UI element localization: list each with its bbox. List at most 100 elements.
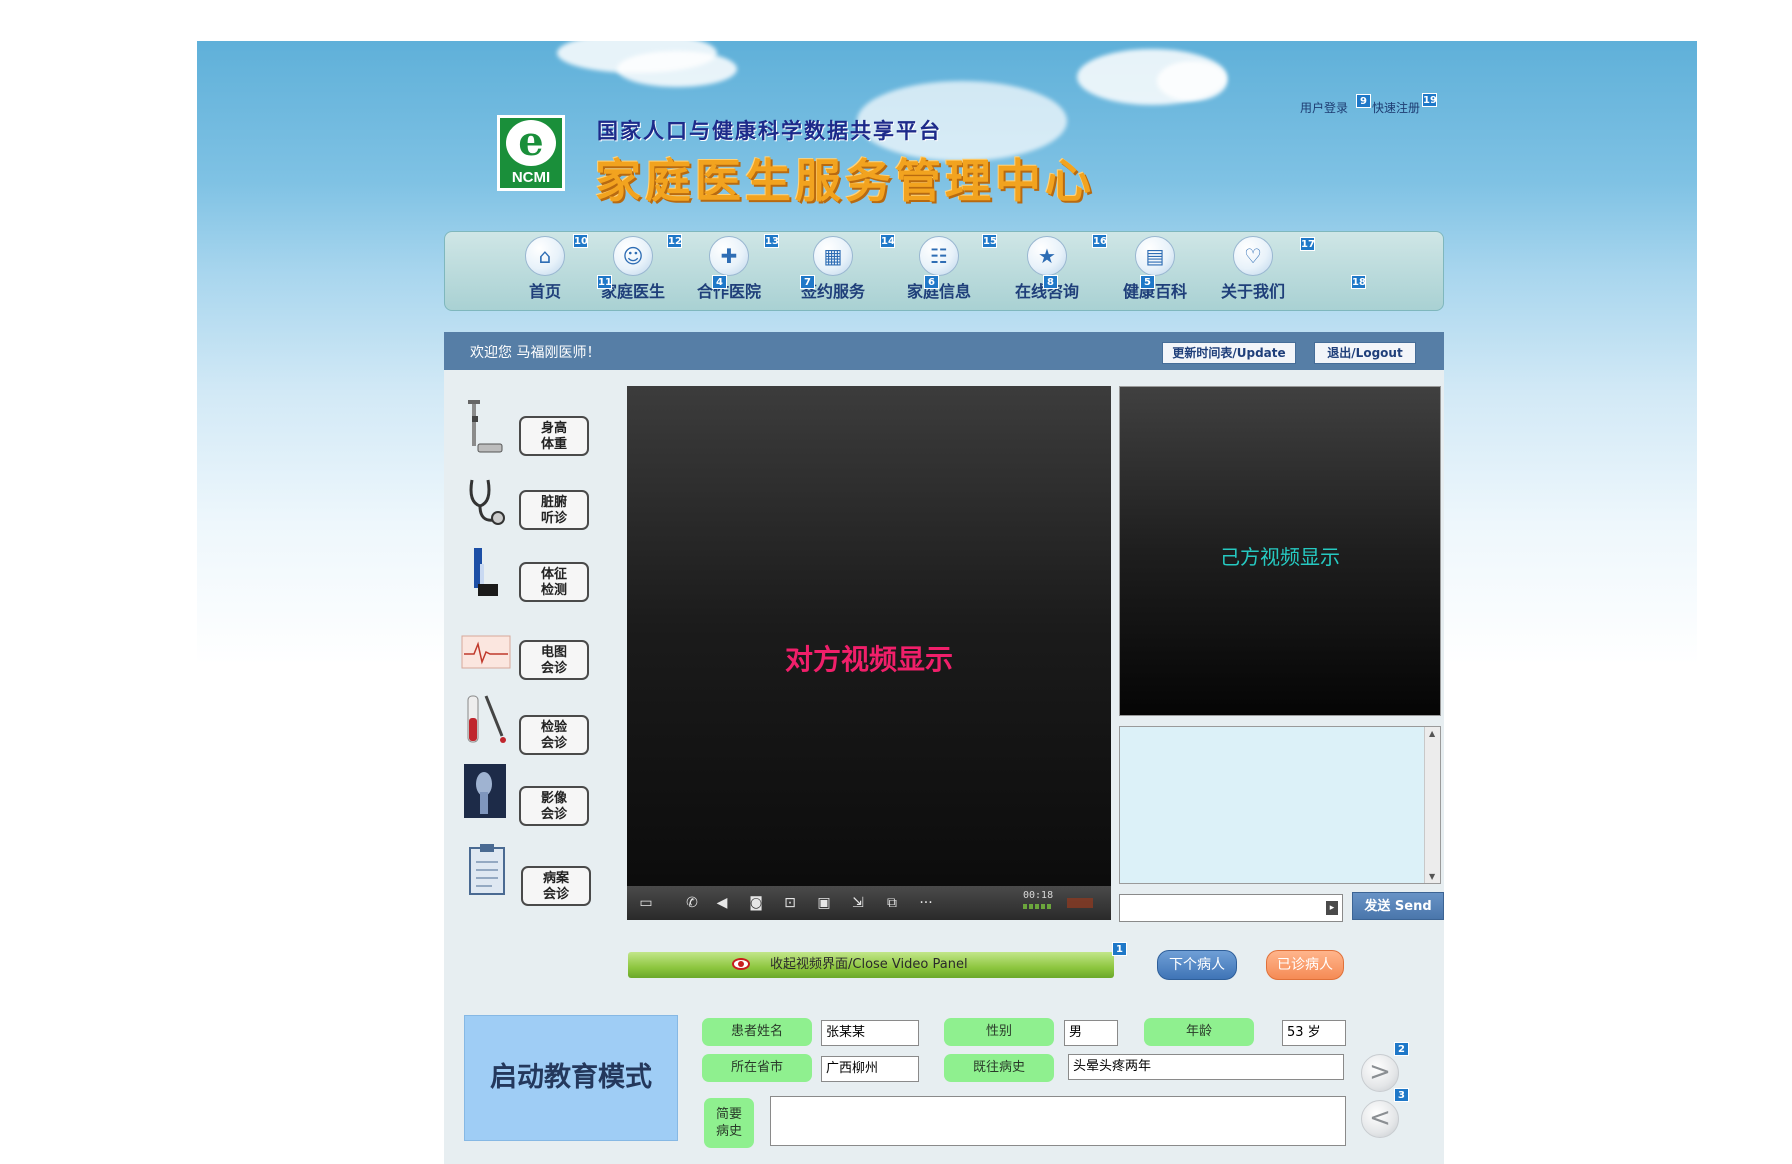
screenshot-icon[interactable]: ⊡ (781, 894, 799, 912)
minimize-icon[interactable]: ⇲ (849, 894, 867, 912)
input-end-icon[interactable]: ▸ (1326, 901, 1338, 915)
nav-label: 家庭信息 (906, 282, 971, 301)
signal-meter (1023, 904, 1053, 909)
auscultation-button[interactable]: 脏腑 听诊 (519, 490, 589, 530)
nav-tag: 13 (764, 234, 779, 248)
update-schedule-button[interactable]: 更新时间表/Update (1162, 342, 1296, 364)
page: e NCMI 国家人口与健康科学数据共享平台 家庭医生服务管理中心 用户登录 9… (0, 0, 1792, 1164)
nav-item-about-us[interactable]: ♡ 关于我们 (1205, 236, 1301, 308)
xray-icon (464, 764, 506, 818)
chat-icon[interactable]: ▭ (637, 894, 655, 912)
ecg-icon (461, 635, 511, 669)
nav-item-partner-hospital[interactable]: ✚ 合作医院 (681, 236, 777, 308)
education-mode-button[interactable]: 启动教育模式 (464, 1015, 678, 1141)
medical-history-label: 既往病史 (944, 1054, 1054, 1082)
gender-field[interactable]: 男 (1064, 1020, 1118, 1046)
call-timer: 00:18 (1023, 890, 1054, 901)
handshake-icon: ♡ (1233, 236, 1273, 276)
scroll-up-icon[interactable]: ▲ (1429, 729, 1435, 738)
brief-history-field[interactable] (770, 1096, 1346, 1146)
local-video-caption: 己方视频显示 (1220, 545, 1340, 569)
patient-name-label: 患者姓名 (702, 1018, 812, 1046)
remote-video-panel[interactable]: 对方视频显示 ▭ ✆ ◀ ◙ ⊡ ▣ ⇲ ⧉ ··· 00:18 (627, 386, 1111, 920)
register-tag: 19 (1422, 93, 1437, 107)
family-info-icon: ☷ (919, 236, 959, 276)
chevron-left-icon: < (1369, 1103, 1391, 1133)
nav-item-health-wiki[interactable]: ▤ 健康百科 (1107, 236, 1203, 308)
test-tube-icon (467, 695, 506, 743)
nav-tag: 16 (1092, 234, 1107, 248)
consult-panel: 欢迎您 马福刚医师！ 更新时间表/Update 退出/Logout 身高 体重 … (444, 332, 1444, 1164)
logout-button[interactable]: 退出/Logout (1314, 342, 1416, 364)
send-button[interactable]: 发送 Send (1352, 892, 1444, 920)
quick-register-link[interactable]: 快速注册 (1372, 99, 1420, 116)
speaker-mute-icon[interactable]: ◀ (713, 894, 731, 912)
chat-log[interactable]: ▲ ▼ (1119, 726, 1441, 884)
patient-name-field[interactable]: 张某某 (821, 1020, 919, 1046)
vital-signs-button[interactable]: 体征 检测 (519, 562, 589, 602)
age-label: 年龄 (1144, 1018, 1254, 1046)
next-patient-button[interactable]: 下个病人 (1157, 950, 1237, 980)
scroll-down-icon[interactable]: ▼ (1429, 872, 1435, 881)
user-login-link[interactable]: 用户登录 (1300, 99, 1348, 116)
nav-item-family-info[interactable]: ☷ 家庭信息 (891, 236, 987, 308)
local-video-panel[interactable]: 己方视频显示 (1119, 386, 1441, 716)
chat-input[interactable]: ▸ (1119, 894, 1343, 922)
more-icon[interactable]: ··· (917, 894, 935, 912)
age-field[interactable]: 53 岁 (1282, 1020, 1346, 1046)
nav-item-sign-service[interactable]: ▦ 签约服务 (785, 236, 881, 308)
nav-tag: 17 (1300, 237, 1315, 251)
nav-tag: 15 (982, 234, 997, 248)
logo-text: NCMI (511, 169, 551, 186)
book-icon: ▤ (1135, 236, 1175, 276)
record-icon[interactable]: ▣ (815, 894, 833, 912)
main-nav: ⌂ 首页 ☺ 家庭医生 ✚ 合作医院 ▦ 签约服务 ☷ 家庭信息 ★ 在线咨询 … (444, 231, 1444, 311)
site-title: 家庭医生服务管理中心 (595, 154, 1095, 208)
network-icon (1067, 898, 1093, 908)
tool-label: 检验 会诊 (540, 720, 567, 751)
clipboard-icon (469, 844, 505, 895)
nav-tag: 12 (667, 234, 682, 248)
remote-video-caption: 对方视频显示 (784, 643, 953, 676)
chat-scrollbar[interactable]: ▲ ▼ (1424, 727, 1440, 883)
tool-label: 电图 会诊 (540, 645, 567, 676)
tool-label: 身高 体重 (540, 421, 567, 452)
prev-page-button[interactable]: < (1361, 1100, 1399, 1138)
nav-label: 首页 (528, 282, 561, 301)
close-video-panel-button[interactable]: 收起视频界面/Close Video Panel (628, 952, 1114, 978)
brief-history-label: 简要 病史 (704, 1098, 754, 1148)
ncmi-logo[interactable]: e NCMI (497, 115, 565, 191)
nav-tag: 8 (1043, 275, 1058, 289)
tool-label: 体征 检测 (540, 567, 567, 598)
prev-page-tag: 3 (1394, 1088, 1409, 1102)
nav-label: 关于我们 (1220, 282, 1285, 301)
height-weight-button[interactable]: 身高 体重 (519, 416, 589, 456)
scale-icon (468, 400, 503, 453)
doctor-icon: ☺ (613, 236, 653, 276)
city-label: 所在省市 (702, 1054, 812, 1082)
ecg-consult-button[interactable]: 电图 会诊 (519, 640, 589, 680)
close-panel-tag: 1 (1112, 942, 1127, 956)
camera-icon[interactable]: ◙ (747, 894, 765, 912)
login-tag: 9 (1356, 94, 1371, 108)
screen-share-icon[interactable]: ⧉ (883, 894, 901, 912)
nav-tag: 5 (1140, 275, 1155, 289)
nav-item-online-consult[interactable]: ★ 在线咨询 (999, 236, 1095, 308)
seen-patients-button[interactable]: 已诊病人 (1266, 950, 1344, 980)
imaging-consult-button[interactable]: 影像 会诊 (519, 786, 589, 826)
medical-history-field[interactable]: 头晕头疼两年 (1068, 1054, 1344, 1080)
video-control-bar: ▭ ✆ ◀ ◙ ⊡ ▣ ⇲ ⧉ ··· 00:18 (627, 886, 1111, 920)
home-icon: ⌂ (525, 236, 565, 276)
nav-tag: 10 (573, 234, 588, 248)
lab-consult-button[interactable]: 检验 会诊 (519, 715, 589, 755)
welcome-text: 欢迎您 马福刚医师！ (470, 345, 601, 361)
city-field[interactable]: 广西柳州 (821, 1056, 919, 1082)
case-consult-button[interactable]: 病案 会诊 (521, 866, 591, 906)
gender-label: 性别 (944, 1018, 1054, 1046)
blood-pressure-icon (474, 548, 498, 596)
chevron-right-icon: > (1369, 1057, 1391, 1087)
next-page-button[interactable]: > (1361, 1054, 1399, 1092)
nav-tag: 7 (800, 275, 815, 289)
mic-mute-icon[interactable]: ✆ (683, 894, 701, 912)
welcome-bar: 欢迎您 马福刚医师！ 更新时间表/Update 退出/Logout (444, 332, 1444, 370)
